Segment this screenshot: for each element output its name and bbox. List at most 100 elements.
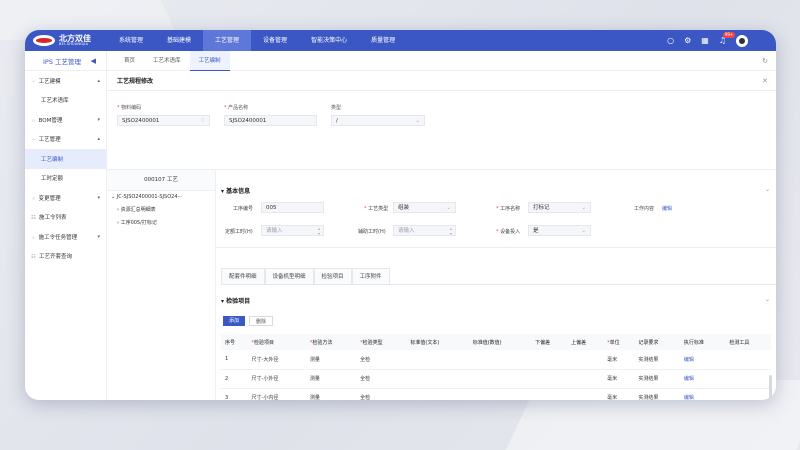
- menu-group-icon: ⁘: [31, 78, 36, 85]
- nav-menu-item[interactable]: 设备管理: [251, 30, 299, 51]
- column-header: 标准值(文本): [406, 334, 469, 350]
- chevron-down-icon: ⌄: [581, 205, 586, 211]
- chevron-down-icon: ▾: [97, 233, 100, 240]
- inspection-table: 序号 *检验项目 *检验方法 *检验类型 标准值(文本) 标准值(数值) 下偏差 上偏差 *单位…: [221, 334, 771, 400]
- sidebar-item[interactable]: 工艺术语库: [25, 91, 106, 111]
- page-tab[interactable]: 首页: [115, 51, 144, 71]
- brand-logo[interactable]: 北方双佳 BEI-SHUANGJIA: [33, 33, 118, 48]
- header-form: * 物料编码 SJSO2400001 ♢ * 产品名称 SJSO2400001 类…: [107, 91, 776, 170]
- table-row[interactable]: 1 尺寸-大外径 测量 全检 毫米 实测结果 编辑: [221, 350, 771, 370]
- sidebar-title: IPS 工艺管理: [43, 57, 82, 66]
- chevron-down-icon: ⌄: [446, 205, 451, 211]
- avatar[interactable]: [736, 34, 748, 47]
- edit-standard-link[interactable]: 编辑: [679, 369, 726, 389]
- grid-icon[interactable]: ▦: [701, 36, 709, 45]
- process-name-select[interactable]: 打标记 ⌄: [528, 202, 591, 213]
- quota-input[interactable]: 请输入 ▴ ▾: [261, 225, 324, 236]
- material-code-field[interactable]: SJSO2400001 ♢: [117, 115, 210, 126]
- edit-standard-link[interactable]: 编辑: [679, 388, 726, 400]
- chevron-down-icon: ⌄: [415, 118, 420, 124]
- column-header: *检验类型: [356, 334, 407, 350]
- detail-tab[interactable]: 设备机型明细: [264, 268, 314, 284]
- close-icon[interactable]: ✕: [762, 77, 768, 85]
- column-header: 下偏差: [531, 334, 568, 350]
- table-cell: 全检: [356, 388, 407, 400]
- table-cell: 毫米: [603, 350, 635, 370]
- basic-info-title[interactable]: ▾ 基本信息: [221, 186, 250, 195]
- work-content-edit-link[interactable]: 编辑: [662, 205, 672, 212]
- nav-menu-item[interactable]: 工艺管理: [203, 30, 252, 51]
- process-type-label: 工艺类型: [368, 206, 389, 212]
- search-icon[interactable]: ○: [667, 36, 674, 45]
- copy-icon[interactable]: ♢: [200, 116, 205, 126]
- main-menu: 系统管理 基础建模 工艺管理 设备管理 智能决策中心 质量管理: [107, 30, 407, 51]
- aux-input[interactable]: 请输入 ▴ ▾: [393, 225, 456, 236]
- collapse-inspection-icon[interactable]: ⌄: [765, 296, 770, 303]
- bell-icon[interactable]: ♫ 99+: [719, 32, 736, 45]
- stepper-icon[interactable]: ▴ ▾: [450, 226, 452, 236]
- refresh-icon[interactable]: ↻: [762, 57, 768, 65]
- chevron-up-icon: ▴: [97, 136, 100, 143]
- table-cell: 测量: [305, 388, 357, 400]
- table-cell: 尺寸-小内径: [247, 388, 306, 400]
- sidebar-item[interactable]: 工艺编制: [25, 149, 106, 169]
- page-tab[interactable]: 工艺术语库: [144, 51, 190, 71]
- tree-root[interactable]: ⌄ JC-SJSO2400001-SJSO24···: [111, 191, 215, 204]
- stepper-icon[interactable]: ▴ ▾: [318, 226, 320, 236]
- menu-group-icon: ⁘: [31, 234, 36, 241]
- detail-tab[interactable]: 配套件明细: [221, 268, 265, 284]
- sidebar-item[interactable]: ☷ 施工令列表: [25, 208, 106, 228]
- menu-group-icon: ☷: [31, 215, 36, 222]
- page-tab[interactable]: 工艺编制: [189, 50, 230, 71]
- nav-menu-item[interactable]: 智能决策中心: [299, 30, 359, 51]
- sidebar-item[interactable]: ⁘ BOM管理 ▾: [25, 110, 106, 130]
- sidebar-item[interactable]: ⁘ 施工令任务管理 ▾: [25, 227, 106, 247]
- page-tabs: 首页 工艺术语库 工艺编制 ↻: [107, 50, 776, 71]
- tree-header: 000107 工艺: [107, 170, 215, 191]
- inspection-title[interactable]: ▾ 检验项目: [221, 296, 250, 305]
- equip-select[interactable]: 是 ⌄: [528, 225, 591, 236]
- process-no-label: 工序编号: [233, 206, 254, 212]
- nav-menu-item[interactable]: 系统管理: [107, 30, 155, 51]
- detail-tab[interactable]: 工序附件: [351, 268, 390, 284]
- sidebar-item[interactable]: ⁘ 工艺建模 ▴: [25, 71, 106, 91]
- nav-menu-item[interactable]: 基础建模: [155, 30, 203, 51]
- top-navbar: 北方双佳 BEI-SHUANGJIA 系统管理 基础建模 工艺管理 设备管理 智能决策中…: [25, 30, 776, 51]
- detail-tab[interactable]: 检验项目: [313, 268, 352, 284]
- sidebar-item[interactable]: ☷ 工艺齐套查询: [25, 247, 106, 267]
- sidebar-item[interactable]: 工时定额: [25, 169, 106, 189]
- collapse-sidebar-icon[interactable]: ◀: [91, 57, 96, 65]
- process-type-select[interactable]: 组装 ⌄: [393, 202, 456, 213]
- table-cell: [468, 369, 532, 389]
- column-header: 检测工具: [725, 334, 771, 350]
- menu-group-icon: ⁘: [31, 195, 36, 202]
- sidebar-item[interactable]: ⁘ 变更管理 ▾: [25, 188, 106, 208]
- table-cell: 毫米: [603, 369, 635, 389]
- sidebar-item-label: 工艺术语库: [41, 98, 69, 105]
- product-name-field[interactable]: SJSO2400001: [224, 115, 317, 126]
- table-cell: 实测结果: [634, 350, 680, 370]
- settings-icon[interactable]: ⚙: [684, 36, 691, 45]
- table-cell: [567, 369, 604, 389]
- edit-standard-link[interactable]: 编辑: [679, 350, 726, 370]
- table-cell: [725, 369, 771, 389]
- equip-label: 设备投入: [500, 229, 521, 235]
- table-cell: 3: [221, 388, 248, 400]
- collapse-basic-icon[interactable]: ⌄: [765, 186, 770, 193]
- table-scrollbar[interactable]: [769, 375, 772, 400]
- type-select[interactable]: / ⌄: [331, 115, 425, 126]
- nav-menu-item[interactable]: 质量管理: [359, 30, 407, 51]
- process-no-field[interactable]: 005: [261, 202, 324, 213]
- table-cell: 全检: [356, 369, 407, 389]
- table-row[interactable]: 2 尺寸-小外径 测量 全检 毫米 实测结果 编辑: [221, 369, 771, 389]
- sidebar-item-label: 工艺管理: [38, 137, 61, 144]
- column-header: *检验项目: [247, 334, 306, 350]
- detail-tabs: 配套件明细 设备机型明细 检验项目 工序附件: [221, 268, 776, 285]
- table-row[interactable]: 3 尺寸-小内径 测量 全检 毫米 实测结果 编辑: [221, 388, 771, 400]
- tree-node[interactable]: › 工序005/打标记: [117, 217, 215, 230]
- table-cell: [567, 388, 604, 400]
- sidebar-item[interactable]: ⁘ 工艺管理 ▴: [25, 130, 106, 150]
- tree-node[interactable]: › 资源汇总明细表: [117, 204, 215, 217]
- add-button[interactable]: 添加: [223, 316, 246, 326]
- delete-button[interactable]: 删除: [249, 316, 274, 326]
